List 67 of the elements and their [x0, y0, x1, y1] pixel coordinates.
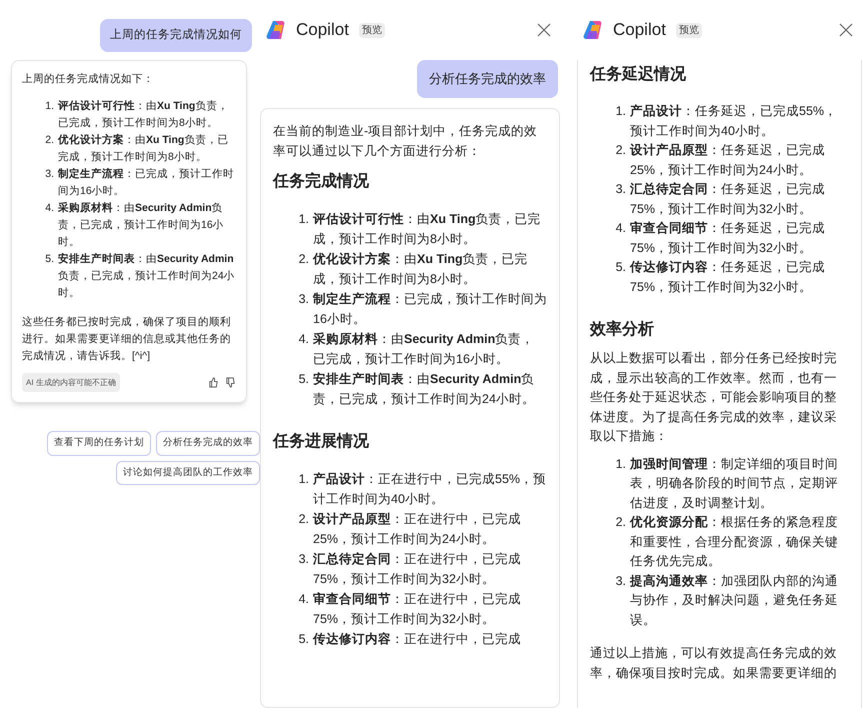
response-intro: 上周的任务完成情况如下： — [22, 72, 155, 88]
list-number: 5. — [44, 252, 54, 268]
list-number: 4. — [44, 201, 54, 216]
app-title: Copilot — [613, 19, 666, 42]
list-number: 5. — [298, 630, 309, 648]
list-item-text: 提高沟通效率：加强团队内部的沟通与协作，及时解决问题，避免任务延误。 — [630, 572, 839, 628]
list-number: 2. — [614, 142, 626, 159]
list-number: 1. — [614, 456, 626, 472]
list-number: 5. — [298, 370, 309, 388]
suggestion-chip[interactable]: 分析任务完成的效率 — [156, 431, 260, 456]
list-item-text: 传达修订内容：任务延迟，已完成75%，预计工作时间为32小时。 — [630, 259, 826, 296]
list-number: 1. — [298, 210, 309, 228]
list-item-text: 安排生产时间表：由Security Admin负责，已完成，预计工作时间为24小时。 — [58, 252, 236, 302]
list-item-text: 产品设计：正在进行中，已完成55%，预计工作时间为40小时。 — [313, 470, 547, 508]
list-number: 2. — [298, 250, 309, 268]
list-number: 4. — [298, 330, 309, 348]
user-message: 上周的任务完成情况如何 — [100, 19, 252, 52]
list-item-text: 汇总待定合同：任务延迟，已完成75%，预计工作时间为32小时。 — [630, 181, 826, 218]
suggestion-chip[interactable]: 讨论如何提高团队的工作效率 — [116, 460, 260, 485]
list-item-text: 产品设计：任务延迟，已完成55%，预计工作时间为40小时。 — [630, 103, 838, 140]
thumbs-up-icon[interactable] — [208, 377, 219, 388]
list-item-text: 审查合同细节：正在进行中，已完成75%，预计工作时间为32小时。 — [313, 590, 522, 628]
response-outro: 这些任务都已按时完成，确保了项目的顺利进行。如果需要更详细的信息或其他任务的完成情况，请告诉我。[^i^] — [22, 315, 232, 364]
list-item-text: 优化设计方案：由Xu Ting负责，已完成，预计工作时间为8小时。 — [313, 250, 529, 288]
list-number: 1. — [44, 99, 54, 114]
list-number: 5. — [614, 259, 626, 276]
list-item-text: 设计产品原型：正在进行中，已完成25%，预计工作时间为24小时。 — [313, 510, 522, 548]
list-number: 2. — [614, 514, 626, 531]
section-heading: 任务完成情况 — [273, 171, 370, 192]
list-item-text: 优化资源分配：根据任务的紧急程度和重要性，合理分配资源，确保关键任务优先完成。 — [630, 514, 839, 570]
app-title: Copilot — [296, 19, 349, 42]
response-intro: 在当前的制造业-项目部计划中，任务完成的效率可以通过以下几个方面进行分析： — [273, 122, 538, 160]
section-heading: 效率分析 — [590, 319, 655, 340]
response-outro: 通过以上措施，可以有效提高任务完成的效率，确保项目按时完成。如果需要更详细的 — [590, 645, 838, 682]
preview-badge: 预览 — [676, 22, 702, 38]
section-heading: 任务进展情况 — [273, 432, 370, 452]
section-heading: 任务延迟情况 — [590, 64, 687, 85]
ai-disclaimer-badge: AI 生成的内容可能不正确 — [22, 373, 120, 392]
list-number: 2. — [44, 133, 54, 148]
list-item-text: 制定生产流程：已完成，预计工作时间为16小时。 — [58, 166, 235, 200]
list-number: 1. — [298, 470, 309, 488]
list-item-text: 传达修订内容：正在进行中，已完成 — [313, 630, 521, 648]
list-number: 2. — [298, 510, 309, 528]
list-number: 3. — [614, 572, 626, 590]
list-item-text: 汇总待定合同：正在进行中，已完成75%，预计工作时间为32小时。 — [313, 550, 522, 588]
list-item-text: 安排生产时间表：由Security Admin负责，已完成，预计工作时间为24小时。 — [313, 370, 536, 408]
list-item-text: 采购原材料：由Security Admin负责，已完成，预计工作时间为16小时。 — [313, 330, 536, 368]
list-item-text: 优化设计方案：由Xu Ting负责，已完成，预计工作时间为8小时。 — [58, 132, 230, 166]
list-number: 3. — [298, 550, 309, 568]
list-item-text: 审查合同细节：任务延迟，已完成75%，预计工作时间为32小时。 — [630, 220, 826, 256]
user-message: 分析任务完成的效率 — [417, 60, 558, 98]
list-item-text: 评估设计可行性：由Xu Ting负责，已完成，预计工作时间为8小时。 — [313, 210, 542, 248]
list-number: 3. — [298, 290, 309, 308]
preview-badge: 预览 — [358, 22, 385, 38]
list-item-text: 评估设计可行性：由Xu Ting负责，已完成，预计工作时间为8小时。 — [58, 99, 230, 132]
list-item-text: 采购原材料：由Security Admin负责，已完成，预计工作时间为16小时。 — [58, 201, 225, 250]
list-item-text: 设计产品原型：任务延迟，已完成25%，预计工作时间为24小时。 — [630, 142, 826, 178]
list-number: 3. — [614, 181, 626, 198]
list-number: 4. — [614, 220, 626, 237]
list-number: 4. — [298, 590, 309, 608]
thumbs-down-icon[interactable] — [225, 377, 236, 388]
section-paragraph: 从以上数据可以看出，部分任务已经按时完成，显示出较高的工作效率。然而，也有一些任务处于延迟状态，可能会影响项目的整体进度。为了提高任务完成的效率，建议采取以下措施： — [590, 350, 838, 445]
list-item-text: 加强时间管理：制定详细的项目时间表，明确各阶段的时间节点，定期评估进度，及时调整计划。 — [630, 456, 839, 512]
list-item-text: 制定生产流程：已完成，预计工作时间为16小时。 — [313, 290, 547, 328]
suggestion-chip[interactable]: 查看下周的任务计划 — [47, 431, 151, 456]
list-number: 3. — [44, 167, 54, 182]
list-number: 1. — [614, 103, 626, 120]
